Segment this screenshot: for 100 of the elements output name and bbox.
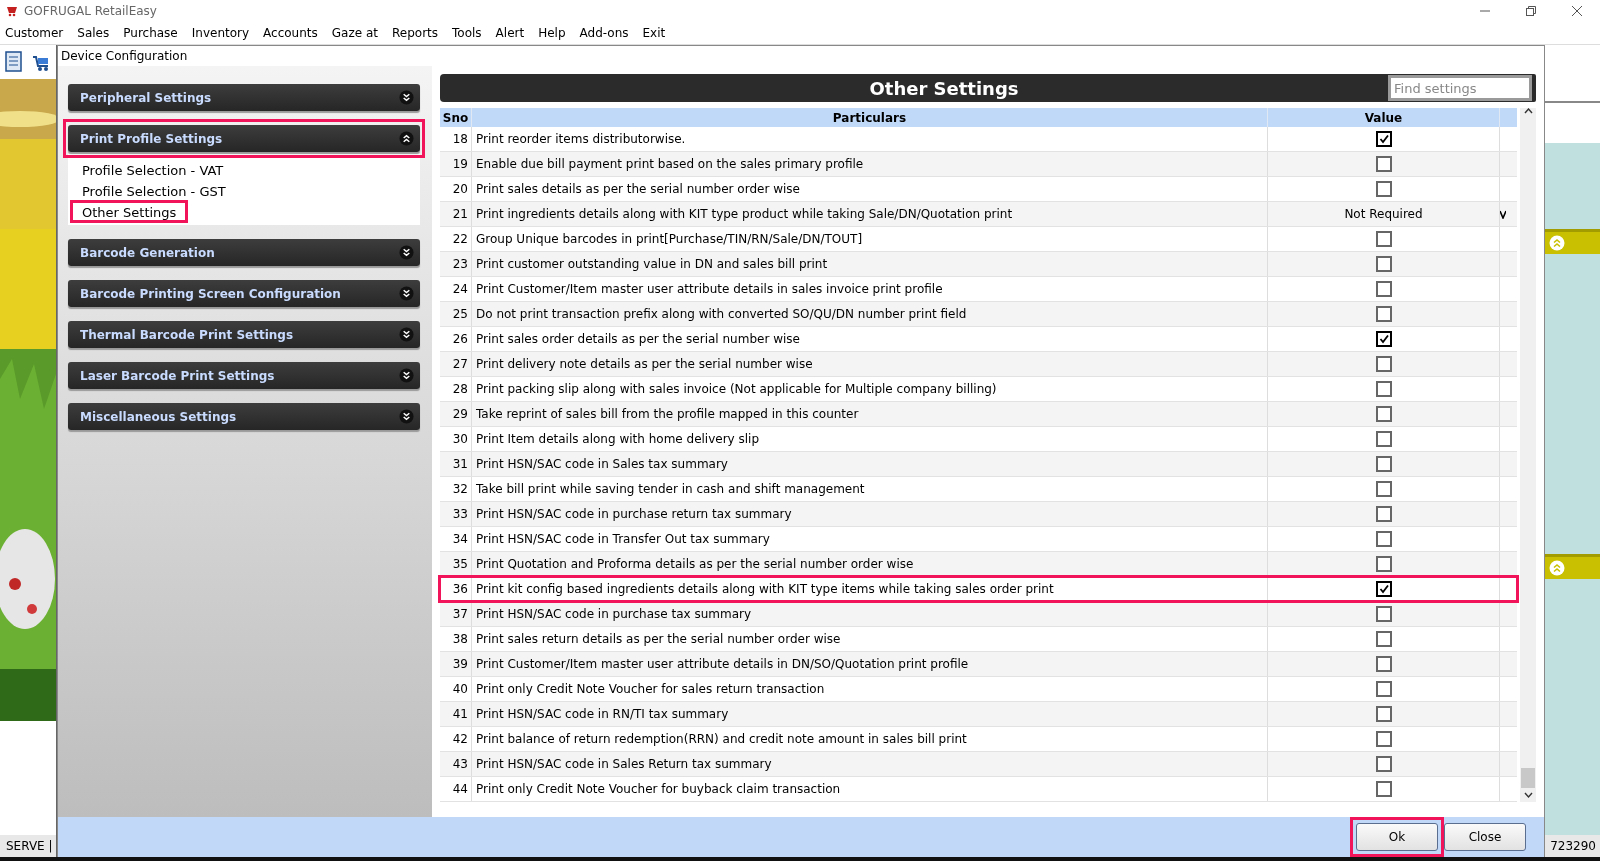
checkbox[interactable] xyxy=(1375,406,1392,422)
table-row[interactable]: 28 Print packing slip along with sales invoice (Not applicable for Multiple company billing) xyxy=(440,377,1517,402)
checkbox[interactable] xyxy=(1375,481,1392,497)
menu-item[interactable]: Reports xyxy=(387,26,448,40)
checkbox[interactable] xyxy=(1375,681,1392,697)
table-row[interactable]: 30 Print Item details along with home delivery slip xyxy=(440,427,1517,452)
checkbox[interactable] xyxy=(1375,706,1392,722)
menu-item[interactable]: Accounts xyxy=(258,26,327,40)
checkbox[interactable] xyxy=(1375,306,1392,322)
section-item[interactable]: Other Settings xyxy=(80,205,179,220)
collapse-icon[interactable] xyxy=(399,131,414,146)
collapsed-bar[interactable] xyxy=(1545,554,1600,579)
table-row[interactable]: 41 Print HSN/SAC code in RN/TI tax summary xyxy=(440,702,1517,727)
table-cell: Print HSN/SAC code in Sales tax summary xyxy=(472,452,1268,476)
table-row[interactable]: 34 Print HSN/SAC code in Transfer Out tax summary xyxy=(440,527,1517,552)
status-text: 723290 xyxy=(1545,835,1600,857)
expand-icon[interactable] xyxy=(399,90,414,105)
document-icon[interactable] xyxy=(4,51,24,73)
collapsed-bar[interactable] xyxy=(1545,229,1600,254)
table-cell: Print kit config based ingredients details along with KIT type items while taking sales order print xyxy=(472,577,1268,601)
table-row[interactable]: 22 Group Unique barcodes in print[Purchase/TIN/RN/Sale/DN/TOUT] xyxy=(440,227,1517,252)
checkbox[interactable] xyxy=(1375,531,1392,547)
menu-item[interactable]: Purchase xyxy=(118,26,187,40)
menu-item[interactable]: Customer xyxy=(0,26,73,40)
expand-icon[interactable] xyxy=(399,327,414,342)
checkbox[interactable] xyxy=(1375,631,1392,647)
dialog-button[interactable]: Close xyxy=(1444,823,1526,851)
section-header[interactable]: Miscellaneous Settings xyxy=(68,403,420,430)
checkbox[interactable] xyxy=(1375,156,1392,172)
expand-icon[interactable] xyxy=(399,409,414,424)
checkbox[interactable] xyxy=(1375,781,1392,797)
section-item[interactable]: Profile Selection - VAT xyxy=(80,163,226,178)
checkbox[interactable] xyxy=(1375,731,1392,747)
table-row[interactable]: 43 Print HSN/SAC code in Sales Return tax summary xyxy=(440,752,1517,777)
menu-item[interactable]: Exit xyxy=(637,26,675,40)
section-item[interactable]: Profile Selection - GST xyxy=(80,184,228,199)
table-row[interactable]: 31 Print HSN/SAC code in Sales tax summary xyxy=(440,452,1517,477)
checkbox[interactable] xyxy=(1375,181,1392,197)
table-row[interactable]: 19 Enable due bill payment print based on the sales primary profile xyxy=(440,152,1517,177)
scrollbar[interactable] xyxy=(1520,108,1536,802)
table-cell: Print HSN/SAC code in purchase return tax summary xyxy=(472,502,1268,526)
table-cell: Print Item details along with home delivery slip xyxy=(472,427,1268,451)
checkbox[interactable] xyxy=(1375,331,1392,347)
table-row[interactable]: 42 Print balance of return redemption(RRN) and credit note amount in sales bill print xyxy=(440,727,1517,752)
menu-item[interactable]: Inventory xyxy=(186,26,259,40)
table-row[interactable]: 36 Print kit config based ingredients details along with KIT type items while taking sales order print xyxy=(440,577,1517,602)
table-row[interactable]: 24 Print Customer/Item master user attribute details in sales invoice print profile xyxy=(440,277,1517,302)
expand-icon[interactable] xyxy=(399,368,414,383)
checkbox[interactable] xyxy=(1375,506,1392,522)
table-row[interactable]: 26 Print sales order details as per the serial number wise xyxy=(440,327,1517,352)
table-row[interactable]: 32 Take bill print while saving tender in cash and shift management xyxy=(440,477,1517,502)
table-row[interactable]: 37 Print HSN/SAC code in purchase tax summary xyxy=(440,602,1517,627)
checkbox[interactable] xyxy=(1375,356,1392,372)
table-row[interactable]: 33 Print HSN/SAC code in purchase return tax summary xyxy=(440,502,1517,527)
table-row[interactable]: 39 Print Customer/Item master user attribute details in DN/SO/Quotation print profile xyxy=(440,652,1517,677)
table-row[interactable]: 40 Print only Credit Note Voucher for sales return transaction xyxy=(440,677,1517,702)
section-header[interactable]: Thermal Barcode Print Settings xyxy=(68,321,420,348)
section-header[interactable]: Barcode Printing Screen Configuration xyxy=(68,280,420,307)
table-row[interactable]: 44 Print only Credit Note Voucher for buyback claim transaction xyxy=(440,777,1517,802)
checkbox[interactable] xyxy=(1375,581,1392,597)
checkbox[interactable] xyxy=(1375,281,1392,297)
checkbox[interactable] xyxy=(1375,431,1392,447)
section-header[interactable]: Barcode Generation xyxy=(68,239,420,266)
search-field[interactable]: Find settings xyxy=(1388,75,1532,101)
menu-item[interactable]: Sales xyxy=(72,26,119,40)
menu-item[interactable]: Gaze at xyxy=(326,26,387,40)
table-row[interactable]: 35 Print Quotation and Proforma details as per the serial number order wise xyxy=(440,552,1517,577)
menu-item[interactable]: Tools xyxy=(447,26,491,40)
section-header[interactable]: Peripheral Settings xyxy=(68,84,420,111)
menu-item[interactable]: Alert xyxy=(490,26,534,40)
expand-icon[interactable] xyxy=(399,286,414,301)
menu-item[interactable]: Add-ons xyxy=(574,26,638,40)
expand-icon[interactable] xyxy=(399,245,414,260)
checkbox[interactable] xyxy=(1375,756,1392,772)
table-cell: Print customer outstanding value in DN and sales bill print xyxy=(472,252,1268,276)
dialog-button[interactable]: Ok xyxy=(1356,823,1438,851)
menu-item[interactable]: Help xyxy=(533,26,575,40)
table-row[interactable]: 25 Do not print transaction prefix along with converted SO/QU/DN number print field xyxy=(440,302,1517,327)
section-header[interactable]: Laser Barcode Print Settings xyxy=(68,362,420,389)
checkbox[interactable] xyxy=(1375,556,1392,572)
table-row[interactable]: 29 Take reprint of sales bill from the profile mapped in this counter xyxy=(440,402,1517,427)
table-row[interactable]: 27 Print delivery note details as per the serial number wise xyxy=(440,352,1517,377)
table-row[interactable]: 38 Print sales return details as per the serial number order wise xyxy=(440,627,1517,652)
checkbox[interactable] xyxy=(1375,131,1392,147)
table-row[interactable]: 18 Print reorder items distributorwise. xyxy=(440,127,1517,152)
table-cell: 20 xyxy=(440,177,472,201)
checkbox[interactable] xyxy=(1375,381,1392,397)
select-value[interactable]: Not Required xyxy=(1344,207,1423,221)
section-header[interactable]: Print Profile Settings xyxy=(68,125,420,152)
table-cell: Take bill print while saving tender in cash and shift management xyxy=(472,477,1268,501)
checkbox[interactable] xyxy=(1375,606,1392,622)
table-row[interactable]: 20 Print sales details as per the serial number order wise xyxy=(440,177,1517,202)
scroll-up-icon[interactable] xyxy=(1523,108,1533,114)
checkbox[interactable] xyxy=(1375,456,1392,472)
table-row[interactable]: 21 Print ingredients details along with KIT type product while taking Sale/DN/Quotation print Not Required xyxy=(440,202,1517,227)
scroll-thumb[interactable] xyxy=(1521,768,1535,788)
checkbox[interactable] xyxy=(1375,256,1392,272)
checkbox[interactable] xyxy=(1375,231,1392,247)
table-row[interactable]: 23 Print customer outstanding value in DN and sales bill print xyxy=(440,252,1517,277)
checkbox[interactable] xyxy=(1375,656,1392,672)
